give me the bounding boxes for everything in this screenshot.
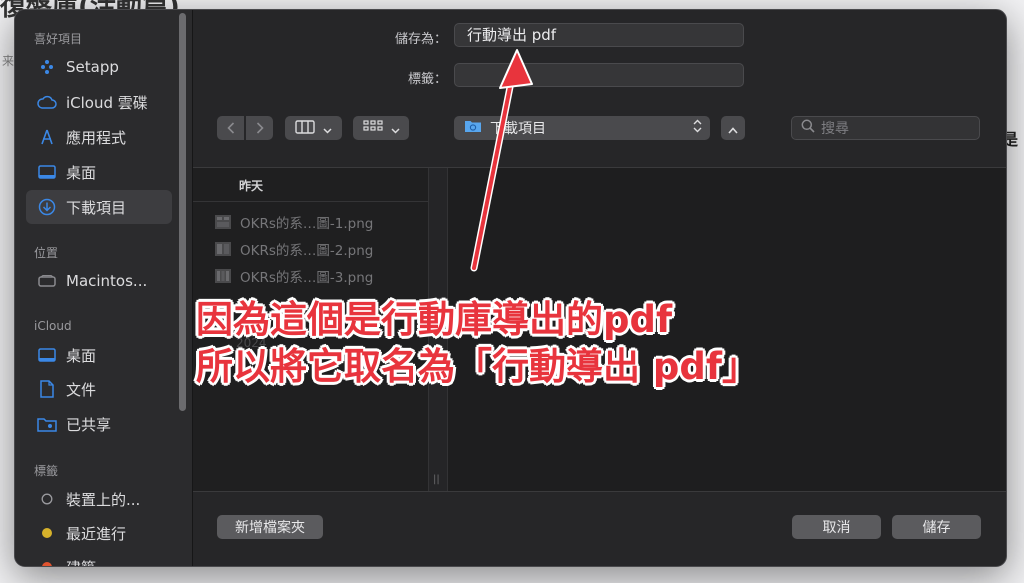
new-folder-button[interactable]: 新增檔案夾	[217, 515, 323, 539]
sidebar-item-shared[interactable]: 已共享	[26, 407, 172, 441]
image-file-icon	[214, 213, 232, 231]
sidebar-item-downloads[interactable]: 下載項目	[26, 190, 172, 224]
sidebar-item-label: 桌面	[66, 163, 97, 182]
image-file-icon	[214, 240, 232, 258]
search-field[interactable]: 搜尋	[791, 116, 980, 140]
sidebar-heading-tags: 標籤	[34, 464, 59, 478]
apps-icon	[36, 129, 58, 145]
collapse-button[interactable]	[721, 116, 745, 140]
sidebar-item-label: 文件	[66, 380, 97, 399]
sidebar-item-label: 建築	[66, 557, 96, 567]
view-grid-button[interactable]	[353, 116, 409, 140]
disk-icon	[36, 275, 58, 287]
sidebar-item-tag-architecture[interactable]: 建築	[26, 550, 172, 567]
annotation-line-2: 所以將它取名為「行動導出 pdf」	[196, 345, 759, 388]
sidebar-item-label: 下載項目	[66, 198, 127, 217]
setapp-icon	[36, 59, 58, 75]
sidebar-item-applications[interactable]: 應用程式	[26, 120, 172, 154]
sidebar-heading-favorites: 喜好項目	[34, 32, 83, 46]
sidebar-item-documents[interactable]: 文件	[26, 372, 172, 406]
download-icon	[36, 198, 58, 216]
sidebar-scrollbar[interactable]	[179, 13, 186, 411]
sidebar-item-icloud-drive[interactable]: iCloud 雲碟	[26, 85, 172, 119]
file-item[interactable]: OKRs的系…圖-1.png	[214, 211, 373, 233]
file-item[interactable]: OKRs的系…圖-2.png	[214, 238, 373, 260]
sidebar-item-icloud-desktop[interactable]: 桌面	[26, 338, 172, 372]
sidebar-item-label: Macintos...	[66, 272, 148, 290]
sidebar: 喜好項目 Setapp iCloud 雲碟 應用程式 桌面 下載項目 位置 Ma…	[15, 10, 193, 566]
file-name: OKRs的系…圖-2.png	[240, 243, 374, 259]
icon-grid-view-icon	[362, 119, 383, 138]
tags-field[interactable]	[454, 63, 744, 87]
tag-yellow-icon	[36, 527, 58, 539]
chevron-left-icon	[226, 119, 235, 138]
sidebar-item-macintosh-hd[interactable]: Macintos...	[26, 264, 172, 298]
save-as-field[interactable]: 行動導出 pdf	[454, 23, 744, 47]
search-placeholder: 搜尋	[821, 121, 849, 137]
columns-view-icon	[295, 119, 315, 138]
document-icon	[36, 380, 58, 398]
sidebar-heading-icloud: iCloud	[34, 319, 72, 333]
grip-icon: ||	[433, 474, 440, 485]
sidebar-item-label: 已共享	[66, 415, 112, 434]
back-button[interactable]	[217, 116, 244, 140]
tag-red-icon	[36, 561, 58, 566]
tags-label: 標籤：	[407, 72, 447, 87]
group-header-yesterday: 昨天	[193, 168, 428, 202]
chevron-right-icon	[256, 119, 264, 138]
folder-icon	[464, 119, 482, 137]
file-name: OKRs的系…圖-1.png	[240, 216, 374, 232]
sidebar-item-desktop[interactable]: 桌面	[26, 155, 172, 189]
annotation-line-1: 因為這個是行動庫導出的pdf	[196, 298, 673, 341]
sidebar-item-label: 應用程式	[66, 128, 127, 147]
chevron-up-icon	[728, 119, 738, 138]
file-name: OKRs的系…圖-3.png	[240, 270, 374, 286]
shared-folder-icon	[36, 416, 58, 432]
save-dialog: 喜好項目 Setapp iCloud 雲碟 應用程式 桌面 下載項目 位置 Ma…	[14, 9, 1007, 567]
desktop-icon	[36, 165, 58, 179]
forward-button[interactable]	[246, 116, 273, 140]
tag-empty-icon	[36, 493, 58, 505]
save-button[interactable]: 儲存	[892, 515, 981, 539]
sidebar-item-label: 最近進行	[66, 524, 127, 543]
sidebar-item-tag-recent[interactable]: 最近進行	[26, 516, 172, 550]
search-icon	[801, 119, 815, 137]
file-item[interactable]: OKRs的系…圖-3.png	[214, 265, 373, 287]
sidebar-item-label: Setapp	[66, 58, 119, 76]
sidebar-item-setapp[interactable]: Setapp	[26, 50, 172, 84]
sidebar-item-label: 裝置上的...	[66, 490, 141, 509]
cloud-icon	[36, 95, 58, 109]
view-columns-button[interactable]	[285, 116, 342, 140]
cancel-button[interactable]: 取消	[792, 515, 881, 539]
chevron-down-icon	[390, 119, 400, 138]
sidebar-item-label: iCloud 雲碟	[66, 93, 148, 112]
sidebar-item-tag-on-device[interactable]: 裝置上的...	[26, 482, 172, 516]
desktop-icon	[36, 348, 58, 362]
chevron-down-icon	[323, 119, 332, 138]
sidebar-item-label: 桌面	[66, 346, 97, 365]
annotation-text: 因為這個是行動庫導出的pdf 所以將它取名為「行動導出 pdf」	[196, 296, 759, 390]
save-as-label: 儲存為：	[394, 32, 447, 47]
image-file-icon	[214, 267, 232, 285]
sidebar-heading-locations: 位置	[34, 246, 59, 260]
up-down-chevron-icon	[693, 119, 702, 137]
location-label: 下載項目	[490, 121, 546, 137]
location-selector[interactable]: 下載項目	[454, 116, 710, 140]
